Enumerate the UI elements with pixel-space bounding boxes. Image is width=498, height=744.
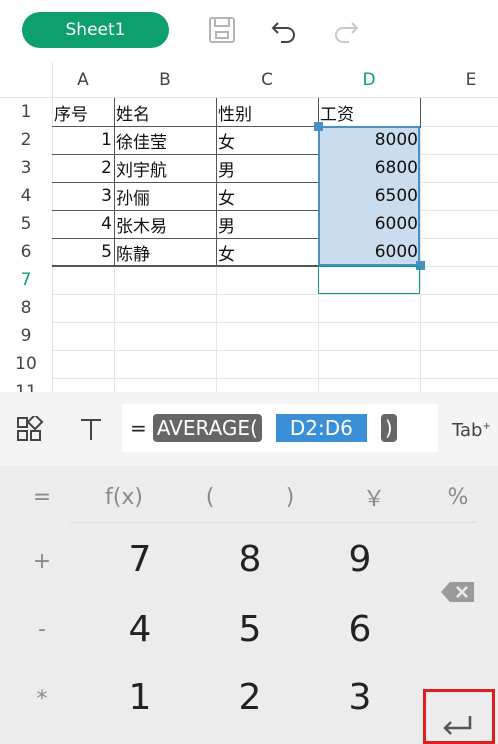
cell-b3[interactable]: 刘宇航	[114, 154, 216, 182]
cell-b2[interactable]: 徐佳莹	[114, 126, 216, 154]
cell-c3[interactable]: 男	[216, 154, 318, 182]
cell-d3[interactable]: 6800	[318, 154, 420, 182]
column-header-e[interactable]: E	[420, 62, 498, 98]
column-header-d[interactable]: D	[318, 62, 420, 98]
row-header-11[interactable]: 11	[0, 378, 52, 392]
formula-bar: = AVERAGE( D2:D6 ) Tab+	[0, 392, 498, 466]
cell-d2[interactable]: 8000	[318, 126, 420, 154]
spreadsheet-grid[interactable]: A B C D E 1 2 3 4 5 6 7 8 9 10 11 序号 姓名 …	[0, 62, 498, 392]
row-header-4[interactable]: 4	[0, 182, 52, 210]
cell-b5[interactable]: 张木易	[114, 210, 216, 238]
cell-d4[interactable]: 6500	[318, 182, 420, 210]
formula-function-token[interactable]: AVERAGE(	[152, 414, 262, 442]
cell-a1[interactable]: 序号	[52, 98, 114, 126]
grid-line	[52, 322, 498, 323]
enter-key-highlight	[423, 689, 495, 744]
text-format-icon[interactable]	[78, 416, 104, 442]
grid-line	[52, 294, 498, 295]
key-plus[interactable]: +	[22, 544, 62, 578]
column-header-b[interactable]: B	[114, 62, 216, 98]
key-5[interactable]: 5	[210, 604, 290, 654]
formula-equals: =	[130, 416, 147, 440]
key-3[interactable]: 3	[320, 672, 400, 722]
key-8[interactable]: 8	[210, 534, 290, 584]
key-close-paren[interactable]: )	[268, 480, 312, 514]
cell-a5[interactable]: 4	[52, 210, 114, 238]
formula-range-token[interactable]: D2:D6	[275, 414, 367, 442]
row-header-2[interactable]: 2	[0, 126, 52, 154]
cell-b1[interactable]: 姓名	[114, 98, 216, 126]
save-icon[interactable]	[206, 14, 238, 46]
key-multiply[interactable]: *	[22, 682, 62, 716]
backspace-icon[interactable]	[440, 580, 476, 604]
top-toolbar: Sheet1	[0, 0, 498, 62]
cell-d1[interactable]: 工资	[318, 98, 420, 126]
key-1[interactable]: 1	[100, 672, 180, 722]
key-minus[interactable]: -	[22, 612, 62, 646]
formula-close-paren-token[interactable]: )	[380, 414, 397, 442]
sheet-tab-button[interactable]: Sheet1	[22, 12, 169, 48]
key-6[interactable]: 6	[320, 604, 400, 654]
keypad-divider	[70, 522, 476, 523]
row-header-7[interactable]: 7	[0, 266, 52, 294]
cell-d5[interactable]: 6000	[318, 210, 420, 238]
key-4[interactable]: 4	[100, 604, 180, 654]
column-header-c[interactable]: C	[216, 62, 318, 98]
apps-grid-icon[interactable]	[16, 416, 44, 444]
grid-line	[52, 350, 498, 351]
cell-d6[interactable]: 6000	[318, 238, 420, 266]
cell-a3[interactable]: 2	[52, 154, 114, 182]
cell-c2[interactable]: 女	[216, 126, 318, 154]
cell-c6[interactable]: 女	[216, 238, 318, 266]
cell-c4[interactable]: 女	[216, 182, 318, 210]
cell-a6[interactable]: 5	[52, 238, 114, 266]
cell-c1[interactable]: 性别	[216, 98, 318, 126]
key-currency[interactable]: ￥	[352, 480, 396, 514]
cell-a2[interactable]: 1	[52, 126, 114, 154]
active-cell-d7[interactable]	[318, 266, 420, 294]
key-equals[interactable]: =	[20, 480, 64, 514]
tab-key-label: Tab	[452, 420, 483, 441]
key-9[interactable]: 9	[320, 534, 400, 584]
redo-icon[interactable]	[330, 14, 362, 46]
key-7[interactable]: 7	[100, 534, 180, 584]
cell-a4[interactable]: 3	[52, 182, 114, 210]
key-fx[interactable]: f(x)	[94, 480, 154, 514]
column-header-a[interactable]: A	[52, 62, 114, 98]
grid-line	[52, 378, 498, 379]
undo-icon[interactable]	[268, 14, 300, 46]
row-header-3[interactable]: 3	[0, 154, 52, 182]
formula-input[interactable]: = AVERAGE( D2:D6 )	[122, 404, 438, 452]
row-header-8[interactable]: 8	[0, 294, 52, 322]
cell-c5[interactable]: 男	[216, 210, 318, 238]
cell-b4[interactable]: 孙俪	[114, 182, 216, 210]
tab-key[interactable]: Tab+	[452, 420, 491, 441]
table-border	[52, 266, 318, 267]
grid-line	[420, 98, 421, 392]
row-header-9[interactable]: 9	[0, 322, 52, 350]
row-header-5[interactable]: 5	[0, 210, 52, 238]
table-border	[420, 98, 421, 128]
key-percent[interactable]: %	[436, 480, 480, 514]
row-header-10[interactable]: 10	[0, 350, 52, 378]
row-header-1[interactable]: 1	[0, 98, 52, 126]
row-header-6[interactable]: 6	[0, 238, 52, 266]
cell-b6[interactable]: 陈静	[114, 238, 216, 266]
key-2[interactable]: 2	[210, 672, 290, 722]
key-open-paren[interactable]: (	[188, 480, 232, 514]
